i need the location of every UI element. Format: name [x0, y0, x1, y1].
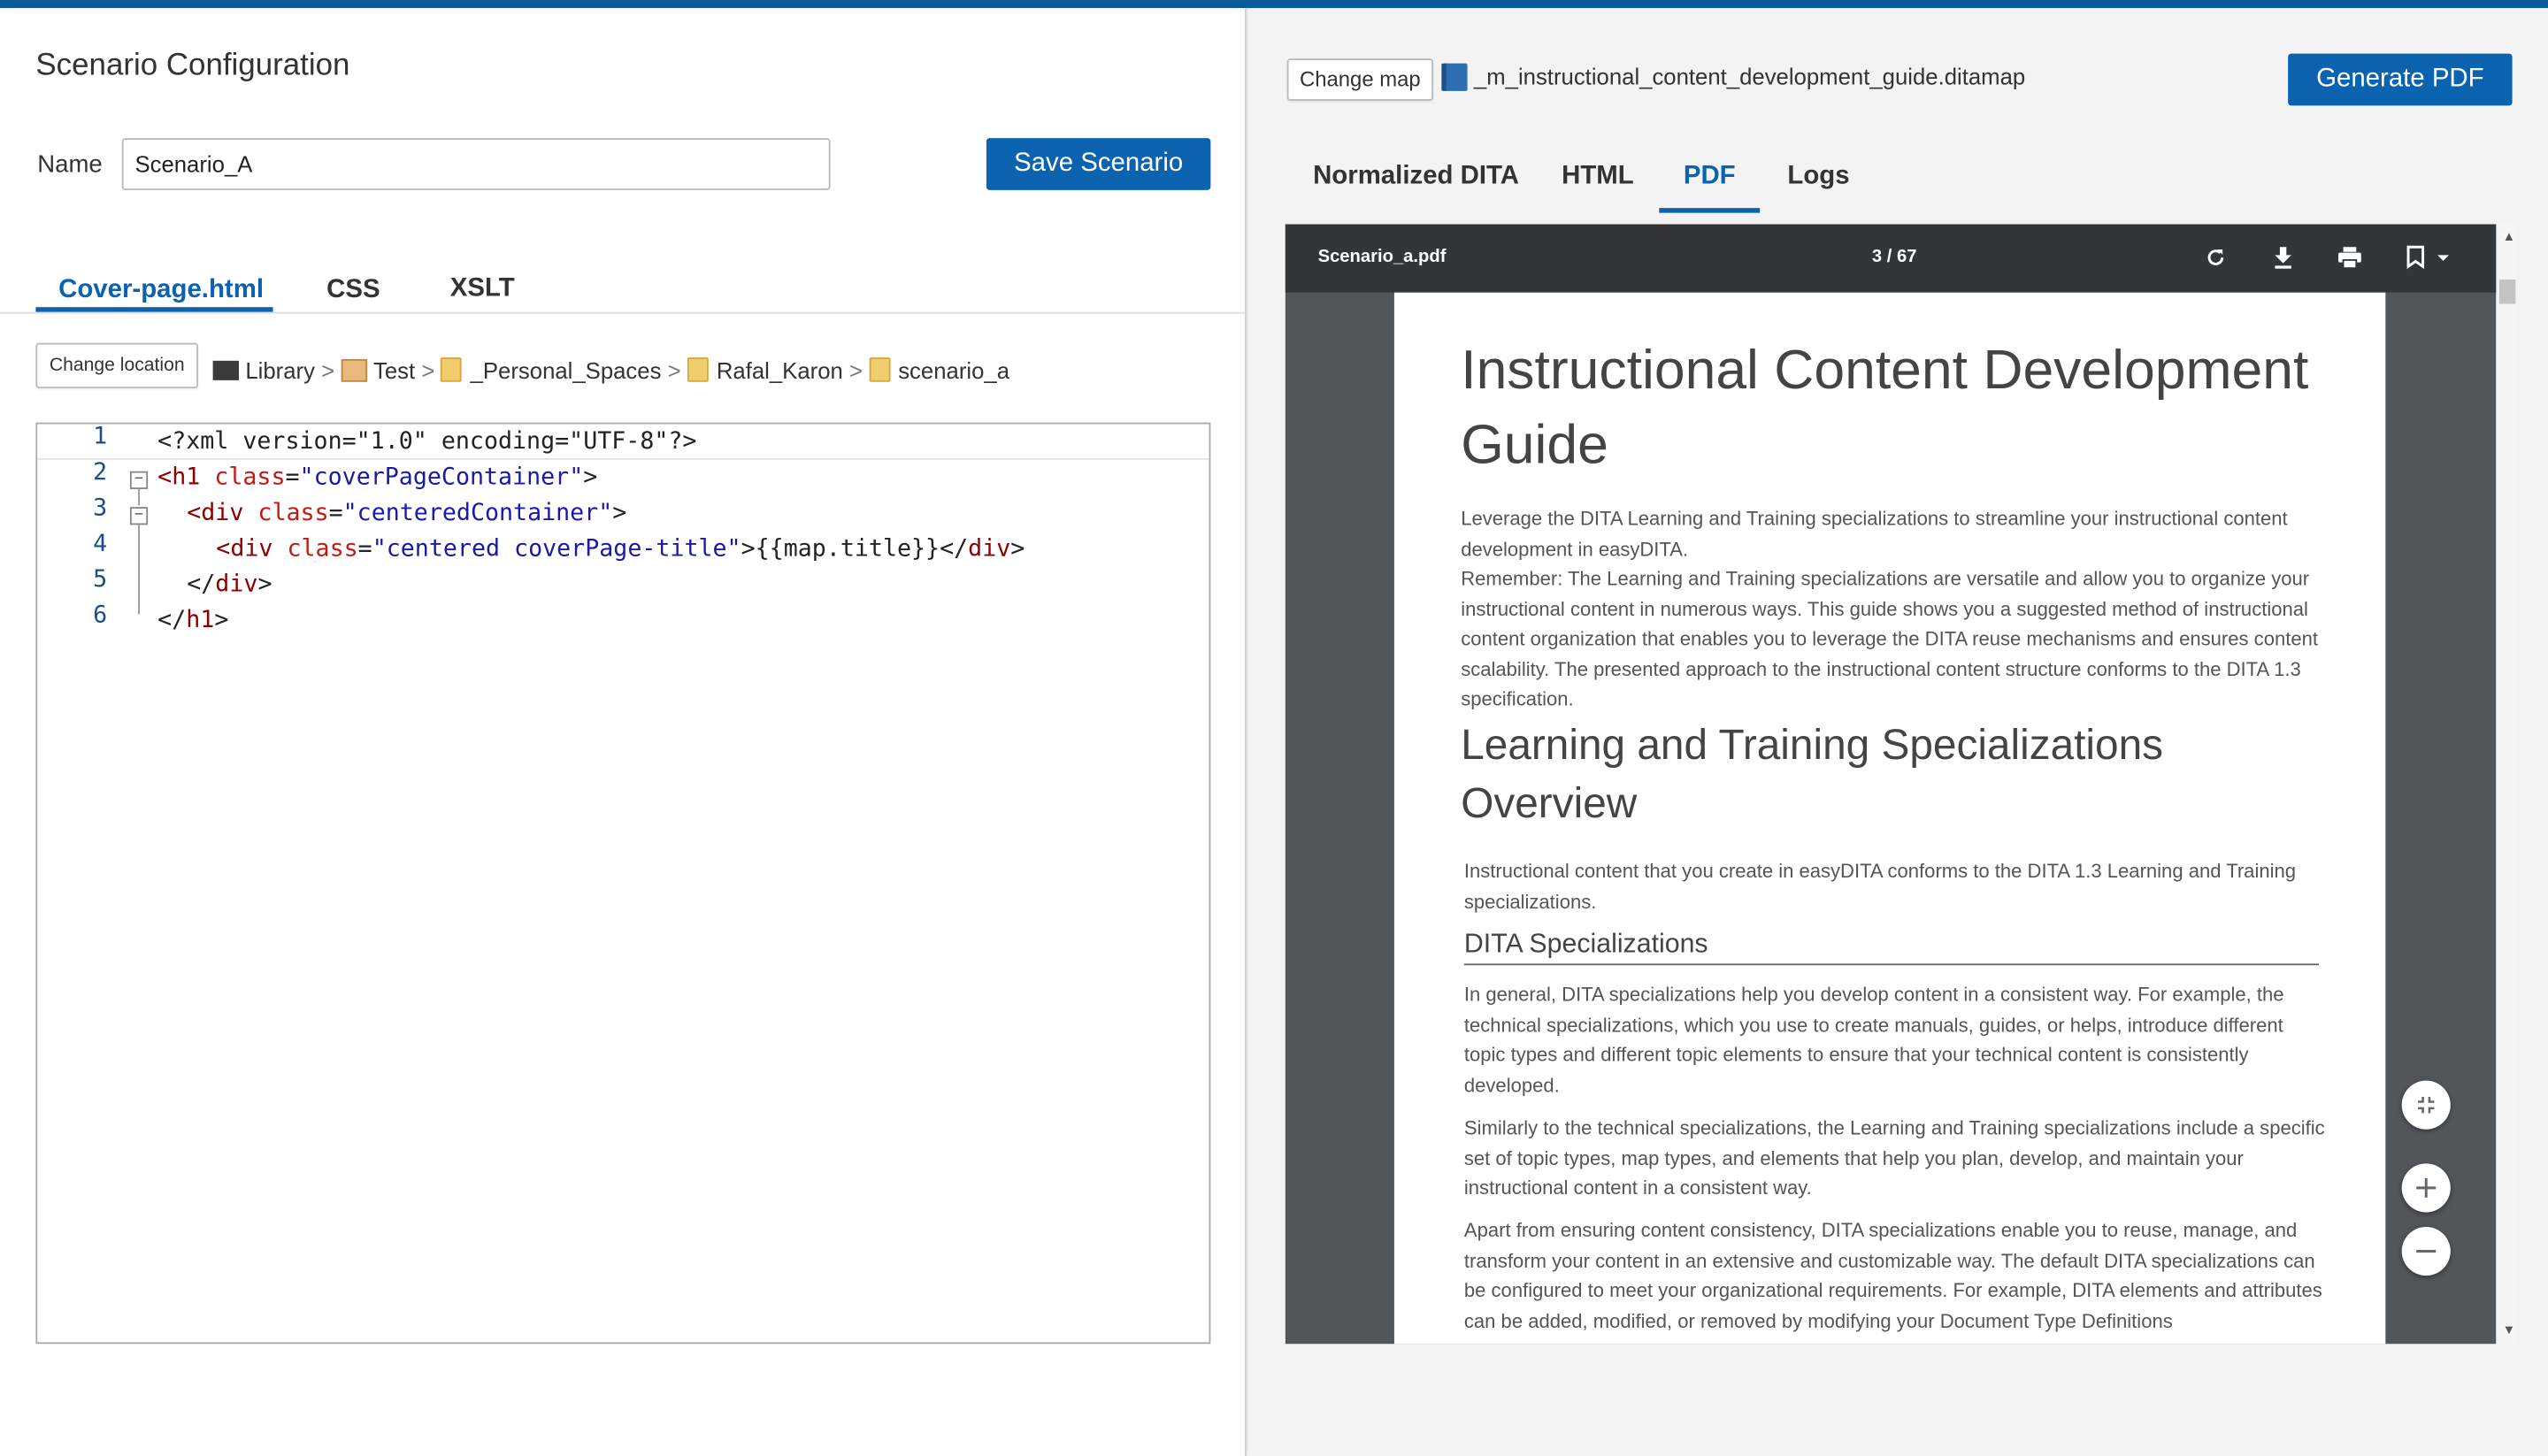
heading-underline: [1463, 963, 2320, 966]
map-file-name: _m_instructional_content_development_gui…: [1473, 63, 2026, 90]
breadcrumb-separator: >: [667, 357, 681, 384]
name-input-value: Scenario_A: [134, 150, 253, 178]
breadcrumb-separator: >: [421, 357, 435, 384]
change-map-button[interactable]: Change map: [1286, 58, 1434, 101]
download-icon[interactable]: [2272, 245, 2295, 270]
pdf-paragraph: Similarly to the technical specializatio…: [1463, 1116, 2325, 1199]
breadcrumb-item-personal-spaces[interactable]: _Personal_Spaces: [471, 357, 662, 383]
zoom-out-button[interactable]: [2401, 1226, 2451, 1276]
tab-xslt[interactable]: XSLT: [450, 274, 515, 303]
fold-guide-line: [138, 488, 140, 506]
breadcrumb-item-library[interactable]: Library: [245, 357, 315, 383]
bookmark-menu-icon[interactable]: [2405, 245, 2453, 270]
active-tab-indicator: [1659, 208, 1761, 213]
code-line-5: </div>: [187, 571, 272, 599]
fold-guide-line: [138, 525, 140, 615]
line-number: 2: [93, 459, 108, 487]
code-line-4: <div class="centered coverPage-title">{{…: [216, 536, 1025, 563]
pdf-paragraph: In general, DITA specializations help yo…: [1463, 983, 2284, 1097]
code-line-2: <h1 class="coverPageContainer">: [157, 464, 598, 491]
tab-logs[interactable]: Logs: [1787, 163, 1849, 192]
folder-icon: [687, 357, 709, 382]
rotate-icon[interactable]: [2204, 245, 2229, 270]
scroll-up-arrow-icon[interactable]: ▲: [2503, 229, 2516, 244]
pdf-paragraph: Instructional content that you create in…: [1463, 859, 2297, 913]
breadcrumb-item-test[interactable]: Test: [373, 357, 415, 383]
minus-icon: [2416, 1250, 2437, 1253]
breadcrumb-separator: >: [321, 357, 335, 384]
folder-icon: [441, 357, 463, 382]
fold-toggle-icon[interactable]: −: [129, 507, 149, 525]
tab-css[interactable]: CSS: [326, 276, 380, 305]
plus-icon: [2416, 1177, 2437, 1198]
code-line-3: <div class="centeredContainer">: [187, 500, 627, 527]
ditamap-icon: [1441, 63, 1468, 91]
top-accent-bar: [0, 0, 2548, 9]
change-location-button[interactable]: Change location: [35, 342, 199, 389]
name-input[interactable]: Scenario_A: [121, 138, 831, 190]
pdf-paragraph: Apart from ensuring content consistency,…: [1463, 1218, 2322, 1332]
print-icon[interactable]: [2337, 245, 2362, 270]
fold-toggle-icon[interactable]: −: [129, 471, 149, 489]
page-title: Scenario Configuration: [35, 49, 350, 83]
breadcrumb: Library > Test > _Personal_Spaces > Rafa…: [212, 356, 1009, 385]
pdf-page-indicator[interactable]: 3 / 67: [1872, 247, 1917, 266]
fit-page-icon: [2418, 1097, 2435, 1114]
pdf-heading-2: Learning and Training Specializations Ov…: [1461, 719, 2164, 828]
breadcrumb-separator: >: [848, 357, 863, 384]
tabs-divider: [0, 311, 1245, 314]
pdf-filename: Scenario_a.pdf: [1317, 247, 1447, 267]
code-line-1: <?xml version="1.0" encoding="UTF-8"?>: [157, 428, 697, 456]
pdf-scrollbar[interactable]: [2498, 224, 2516, 1345]
name-label: Name: [37, 150, 103, 180]
pdf-heading-3: DITA Specializations: [1463, 929, 1708, 959]
pdf-title: Instructional Content Development Guide: [1461, 339, 2309, 477]
tab-pdf[interactable]: PDF: [1684, 163, 1736, 192]
zoom-in-button[interactable]: [2401, 1163, 2451, 1213]
pdf-paragraph: Leverage the DITA Learning and Training …: [1461, 507, 2288, 560]
line-number: 1: [93, 424, 108, 450]
code-line-6: </h1>: [157, 608, 229, 634]
line-number: 4: [93, 531, 108, 558]
tab-normalized-dita[interactable]: Normalized DITA: [1313, 163, 1519, 192]
tab-html[interactable]: HTML: [1562, 163, 1634, 192]
pdf-paragraph: Remember: The Learning and Training spec…: [1461, 567, 2318, 710]
folder-icon: [869, 357, 891, 382]
generate-pdf-button[interactable]: Generate PDF: [2288, 53, 2513, 106]
test-folder-icon: [341, 358, 367, 382]
save-scenario-button[interactable]: Save Scenario: [986, 138, 1211, 190]
fit-page-button[interactable]: [2401, 1080, 2451, 1130]
scrollbar-thumb[interactable]: [2498, 279, 2516, 304]
tab-cover-page[interactable]: Cover-page.html: [58, 276, 264, 305]
line-number: 6: [93, 602, 108, 629]
breadcrumb-item-rafal-karon[interactable]: Rafal_Karon: [717, 357, 843, 383]
line-number: 3: [93, 495, 108, 522]
breadcrumb-item-scenario-a[interactable]: scenario_a: [898, 357, 1009, 383]
line-number: 5: [93, 567, 108, 594]
scroll-down-arrow-icon[interactable]: ▼: [2503, 1322, 2516, 1337]
library-folder-icon: [212, 360, 240, 380]
